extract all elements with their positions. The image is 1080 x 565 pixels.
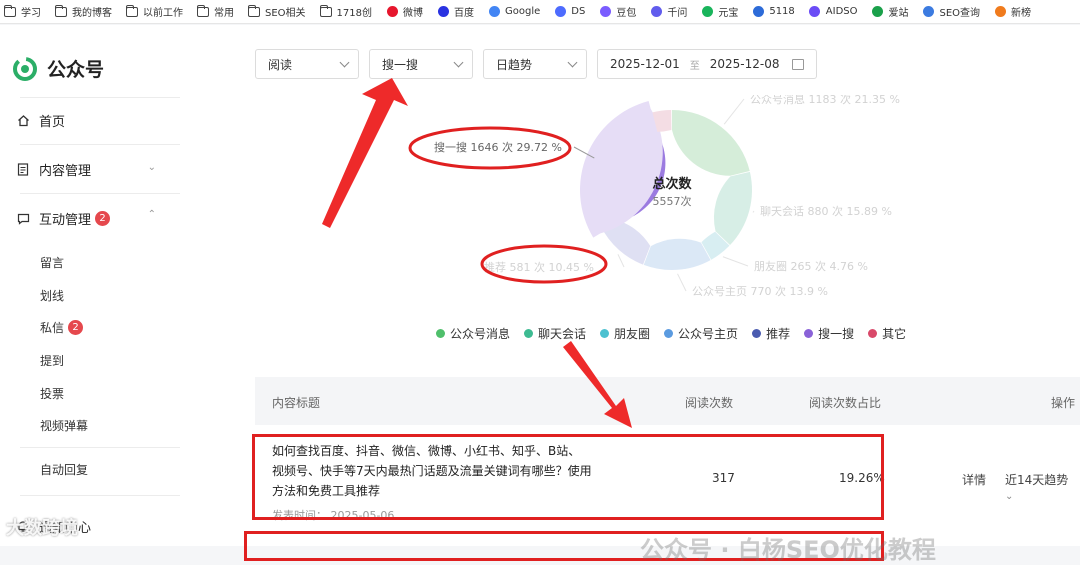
watermark-right: 公众号 · 白杨SEO优化教程 — [640, 536, 936, 564]
annotation-arrow — [322, 78, 408, 228]
annotation-arrow — [563, 341, 632, 428]
annotation-overlay — [322, 78, 632, 428]
annotation-ellipse — [480, 244, 608, 284]
watermark-left: 大数跨境 — [6, 518, 78, 539]
annotation-ellipse — [408, 126, 572, 170]
